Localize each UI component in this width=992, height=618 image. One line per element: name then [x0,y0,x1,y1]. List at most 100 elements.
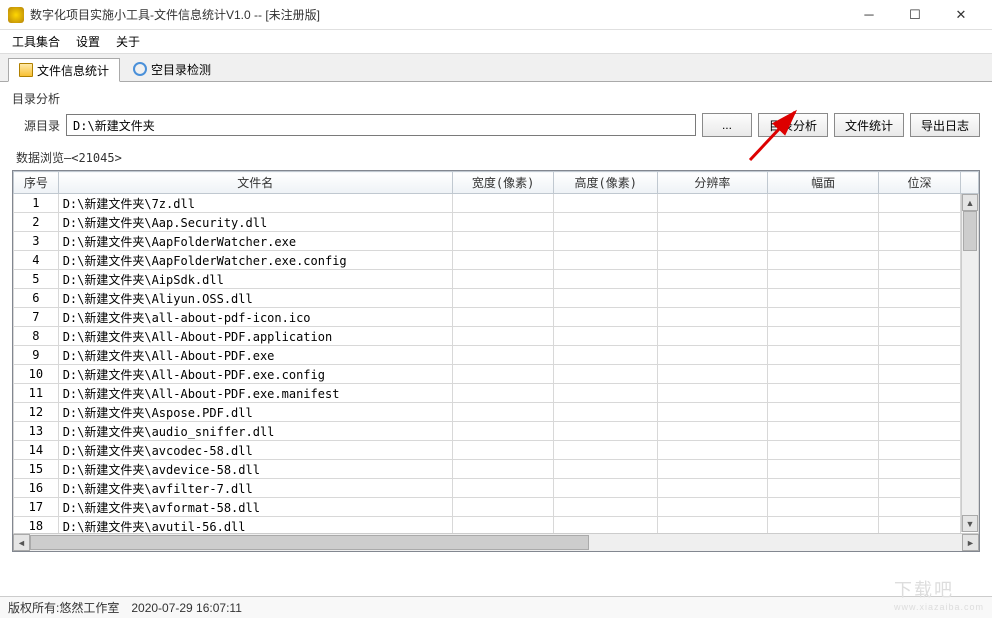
table-row[interactable]: 17D:\新建文件夹\avformat-58.dll [14,498,979,517]
cell-filename: D:\新建文件夹\AapFolderWatcher.exe.config [58,251,452,270]
table-row[interactable]: 5D:\新建文件夹\AipSdk.dll [14,270,979,289]
menu-settings[interactable]: 设置 [68,30,108,53]
table-row[interactable]: 18D:\新建文件夹\avutil-56.dll [14,517,979,534]
export-log-button[interactable]: 导出日志 [910,113,980,137]
cell-filename: D:\新建文件夹\All-About-PDF.exe [58,346,452,365]
table-row[interactable]: 7D:\新建文件夹\all-about-pdf-icon.ico [14,308,979,327]
cell-width [452,346,554,365]
col-filename[interactable]: 文件名 [58,172,452,194]
table-header-row: 序号 文件名 宽度(像素) 高度(像素) 分辨率 幅面 位深 [14,172,979,194]
cell-height [554,270,658,289]
cell-filename: D:\新建文件夹\Aliyun.OSS.dll [58,289,452,308]
browse-button[interactable]: ... [702,113,752,137]
cell-page [767,308,879,327]
table-row[interactable]: 10D:\新建文件夹\All-About-PDF.exe.config [14,365,979,384]
cell-width [452,441,554,460]
cell-seq: 5 [14,270,59,289]
col-depth[interactable]: 位深 [879,172,960,194]
tab-label: 文件信息统计 [37,62,109,79]
cell-resolution [658,289,768,308]
cell-depth [879,308,960,327]
scroll-right-button[interactable]: ► [962,534,979,551]
cell-height [554,422,658,441]
source-dir-input[interactable] [66,114,696,136]
cell-resolution [658,384,768,403]
table-row[interactable]: 2D:\新建文件夹\Aap.Security.dll [14,213,979,232]
cell-resolution [658,308,768,327]
cell-depth [879,194,960,213]
col-seq[interactable]: 序号 [14,172,59,194]
cell-width [452,327,554,346]
table-row[interactable]: 16D:\新建文件夹\avfilter-7.dll [14,479,979,498]
cell-page [767,479,879,498]
col-height[interactable]: 高度(像素) [554,172,658,194]
copyright-text: 版权所有:悠然工作室 [8,599,119,616]
table-row[interactable]: 13D:\新建文件夹\audio_sniffer.dll [14,422,979,441]
scroll-left-button[interactable]: ◄ [13,534,30,551]
source-dir-label: 源目录 [12,117,60,134]
table-row[interactable]: 8D:\新建文件夹\All-About-PDF.application [14,327,979,346]
cell-width [452,479,554,498]
cell-depth [879,479,960,498]
table-row[interactable]: 15D:\新建文件夹\avdevice-58.dll [14,460,979,479]
cell-filename: D:\新建文件夹\All-About-PDF.exe.manifest [58,384,452,403]
col-page[interactable]: 幅面 [767,172,879,194]
horizontal-scrollbar[interactable]: ◄ ► [13,533,979,551]
cell-seq: 16 [14,479,59,498]
scroll-track[interactable] [30,534,962,551]
cell-depth [879,384,960,403]
cell-filename: D:\新建文件夹\avcodec-58.dll [58,441,452,460]
maximize-button[interactable]: ☐ [892,0,938,30]
table-row[interactable]: 6D:\新建文件夹\Aliyun.OSS.dll [14,289,979,308]
table-row[interactable]: 4D:\新建文件夹\AapFolderWatcher.exe.config [14,251,979,270]
vertical-scrollbar[interactable]: ▲ ▼ [961,194,978,532]
refresh-icon [133,62,147,76]
table-row[interactable]: 3D:\新建文件夹\AapFolderWatcher.exe [14,232,979,251]
menu-about[interactable]: 关于 [108,30,148,53]
window-title: 数字化项目实施小工具-文件信息统计V1.0 -- [未注册版] [30,6,846,23]
table-row[interactable]: 9D:\新建文件夹\All-About-PDF.exe [14,346,979,365]
tab-file-info-stats[interactable]: 文件信息统计 [8,58,120,82]
cell-height [554,479,658,498]
cell-resolution [658,479,768,498]
table-row[interactable]: 14D:\新建文件夹\avcodec-58.dll [14,441,979,460]
statusbar: 版权所有:悠然工作室 2020-07-29 16:07:11 [0,596,992,618]
scroll-down-button[interactable]: ▼ [962,515,978,532]
content-area: 目录分析 源目录 ... 目录分析 文件统计 导出日志 数据浏览—<21045>… [0,82,992,560]
cell-width [452,289,554,308]
cell-page [767,384,879,403]
analyze-button[interactable]: 目录分析 [758,113,828,137]
file-stats-button[interactable]: 文件统计 [834,113,904,137]
table-row[interactable]: 1D:\新建文件夹\7z.dll [14,194,979,213]
cell-filename: D:\新建文件夹\audio_sniffer.dll [58,422,452,441]
col-width[interactable]: 宽度(像素) [452,172,554,194]
cell-page [767,232,879,251]
cell-height [554,346,658,365]
scroll-track[interactable] [962,211,978,515]
cell-resolution [658,517,768,534]
scroll-up-button[interactable]: ▲ [962,194,978,211]
cell-seq: 3 [14,232,59,251]
scroll-thumb[interactable] [963,211,977,251]
close-button[interactable]: ✕ [938,0,984,30]
minimize-button[interactable]: ─ [846,0,892,30]
cell-page [767,460,879,479]
cell-width [452,365,554,384]
table-row[interactable]: 11D:\新建文件夹\All-About-PDF.exe.manifest [14,384,979,403]
cell-filename: D:\新建文件夹\avfilter-7.dll [58,479,452,498]
cell-resolution [658,346,768,365]
cell-seq: 1 [14,194,59,213]
table-row[interactable]: 12D:\新建文件夹\Aspose.PDF.dll [14,403,979,422]
cell-height [554,194,658,213]
cell-filename: D:\新建文件夹\avutil-56.dll [58,517,452,534]
tab-empty-dir-check[interactable]: 空目录检测 [122,57,222,81]
cell-resolution [658,213,768,232]
cell-seq: 14 [14,441,59,460]
menu-tools[interactable]: 工具集合 [4,30,68,53]
scroll-thumb[interactable] [30,535,589,550]
cell-page [767,403,879,422]
cell-width [452,422,554,441]
tabbar: 文件信息统计 空目录检测 [0,54,992,82]
cell-page [767,327,879,346]
col-resolution[interactable]: 分辨率 [658,172,768,194]
